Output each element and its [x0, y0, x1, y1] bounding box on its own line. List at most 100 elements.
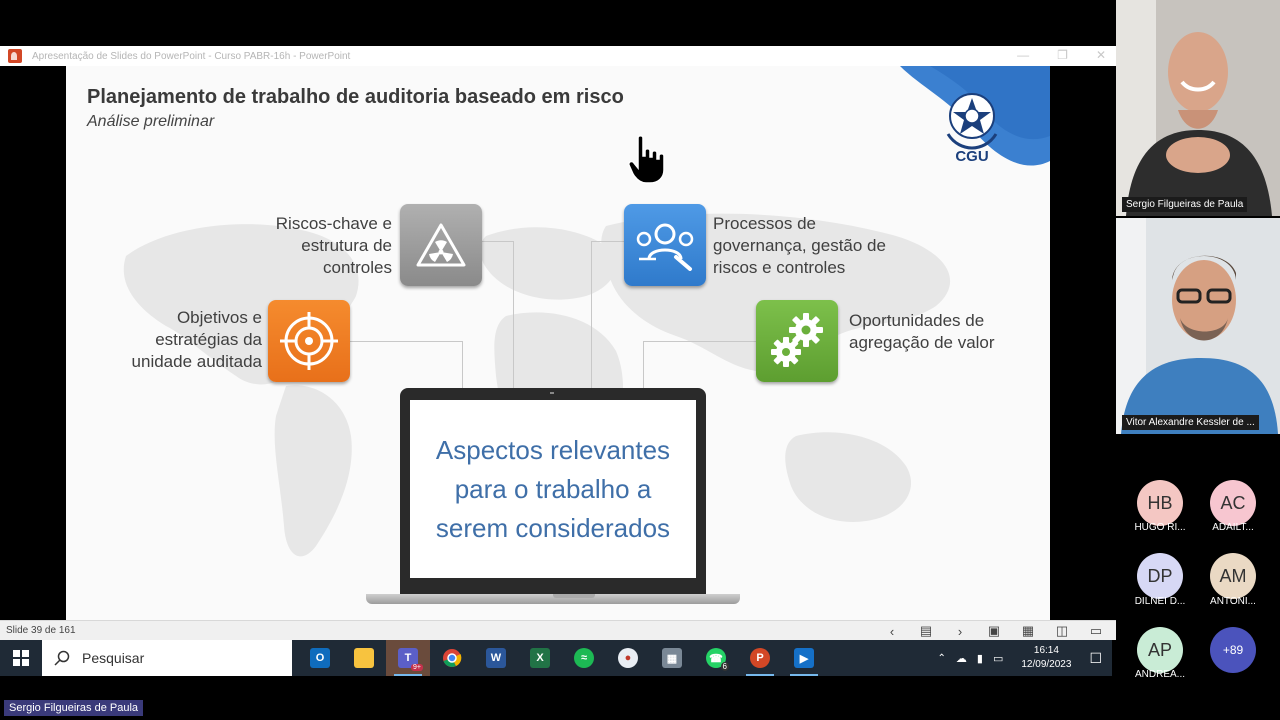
restore-icon[interactable]: ❐: [1057, 48, 1068, 62]
slide-list-icon[interactable]: ▤: [916, 623, 936, 639]
opportunities-tile: [756, 300, 838, 382]
powerpoint-titlebar[interactable]: Apresentação de Slides do PowerPoint - C…: [0, 46, 1116, 66]
processes-label: Processos de governança, gestão de risco…: [713, 214, 886, 277]
participant-name-1: Sergio Filgueiras de Paula: [1122, 197, 1248, 212]
participant-avatar[interactable]: AM: [1210, 553, 1256, 599]
spotify-icon: ≈: [574, 648, 594, 668]
windows-taskbar: Pesquisar O T 9+ W X ≈ ● ▦ ☎ 6 P ▶ ⌃ ☁ ▮…: [0, 640, 1112, 676]
search-icon: [54, 650, 70, 666]
risks-tile: [400, 204, 482, 286]
powerpoint-statusbar: Slide 39 de 161 ‹ ▤ › ▣ ▦ ◫ ▭: [0, 620, 1116, 640]
connector-processes: [591, 241, 625, 389]
previous-slide-icon[interactable]: ‹: [882, 623, 902, 639]
chrome-icon: [443, 649, 462, 667]
objectives-tile: [268, 300, 350, 382]
screen: Apresentação de Slides do PowerPoint - C…: [0, 0, 1280, 720]
taskbar-excel[interactable]: X: [518, 640, 562, 676]
next-slide-icon[interactable]: ›: [950, 623, 970, 639]
slide-subtitle: Análise preliminar: [87, 113, 215, 130]
radiation-warning-icon: [416, 223, 466, 267]
taskbar-media-player[interactable]: ▶: [782, 640, 826, 676]
taskbar-teams[interactable]: T 9+: [386, 640, 430, 676]
connector-opportunities: [643, 341, 756, 389]
teams-badge: 9+: [411, 664, 423, 671]
powerpoint-icon: P: [750, 648, 770, 668]
laptop-camera: [550, 392, 554, 394]
objectives-label: Objetivos e estratégias da unidade audit…: [131, 308, 262, 371]
normal-view-icon[interactable]: ▣: [984, 623, 1004, 639]
participant-video-1[interactable]: Sergio Filgueiras de Paula: [1116, 0, 1280, 216]
more-participants-button[interactable]: +89: [1210, 627, 1256, 673]
processes-tile: [624, 204, 706, 286]
slide[interactable]: Planejamento de trabalho de auditoria ba…: [66, 66, 1050, 620]
taskbar-apps: O T 9+ W X ≈ ● ▦ ☎ 6 P ▶: [298, 640, 826, 676]
taskbar-clock[interactable]: 16:14 12/09/2023: [1021, 644, 1071, 672]
minimize-icon[interactable]: —: [1017, 48, 1029, 62]
notifications-icon[interactable]: ☐: [1089, 650, 1102, 667]
microphone-icon[interactable]: ▮: [977, 652, 983, 665]
participant-avatar-name: ANDREA...: [1134, 669, 1185, 680]
participant-avatar[interactable]: HB: [1137, 480, 1183, 526]
close-icon[interactable]: ✕: [1096, 48, 1106, 62]
powerpoint-app-icon: [8, 49, 22, 63]
participant-name-2: Vitor Alexandre Kessler de ...: [1122, 415, 1259, 430]
participant-avatar-name: ADAILT...: [1212, 522, 1254, 533]
status-icons: ‹ ▤ › ▣ ▦ ◫ ▭: [882, 623, 1106, 639]
system-tray: ⌃ ☁ ▮ ▭ 16:14 12/09/2023 ☐: [938, 640, 1102, 676]
outlook-icon: O: [310, 648, 330, 668]
windows-logo-icon: [13, 650, 29, 666]
cgu-logo-text: CGU: [955, 148, 989, 165]
participant-video-feed: [1116, 0, 1280, 216]
window-controls: — ❐ ✕: [1017, 48, 1106, 62]
presenter-name-tag: Sergio Filgueiras de Paula: [4, 700, 144, 716]
slide-sorter-icon[interactable]: ▦: [1018, 623, 1038, 639]
laptop-notch: [553, 594, 595, 598]
taskbar-search[interactable]: Pesquisar: [42, 640, 292, 676]
slideshow-icon[interactable]: ▭: [1086, 623, 1106, 639]
show-hidden-icons-icon[interactable]: ⌃: [938, 653, 946, 664]
taskbar-spotify[interactable]: ≈: [562, 640, 606, 676]
taskbar-whatsapp[interactable]: ☎ 6: [694, 640, 738, 676]
taskbar-word[interactable]: W: [474, 640, 518, 676]
participant-video-2[interactable]: Vitor Alexandre Kessler de ...: [1116, 218, 1280, 434]
taskbar-calculator[interactable]: ▦: [650, 640, 694, 676]
slide-counter: Slide 39 de 161: [6, 625, 76, 636]
participant-avatar-name: HUGO RI...: [1134, 522, 1186, 533]
battery-icon[interactable]: ▭: [993, 652, 1003, 665]
risks-label: Riscos-chave e estrutura de controles: [275, 214, 392, 277]
whatsapp-badge: 6: [720, 662, 729, 671]
taskbar-file-explorer[interactable]: [342, 640, 386, 676]
target-icon: [280, 312, 338, 370]
folder-icon: [354, 648, 374, 668]
start-button[interactable]: [0, 640, 42, 676]
connector-risks: [480, 241, 514, 389]
participant-avatar[interactable]: AP: [1137, 627, 1183, 673]
taskbar-chrome[interactable]: [430, 640, 474, 676]
slideshow-stage: Planejamento de trabalho de auditoria ba…: [0, 66, 1116, 620]
window-title: Apresentação de Slides do PowerPoint - C…: [32, 50, 351, 62]
laptop-screen: Aspectos relevantes para o trabalho a se…: [410, 400, 696, 578]
excel-icon: X: [530, 648, 550, 668]
word-icon: W: [486, 648, 506, 668]
media-player-icon: ▶: [794, 648, 814, 668]
taskbar-outlook[interactable]: O: [298, 640, 342, 676]
reading-view-icon[interactable]: ◫: [1052, 623, 1072, 639]
laptop-screen-text: Aspectos relevantes para o trabalho a se…: [435, 434, 671, 543]
calculator-icon: ▦: [662, 648, 682, 668]
search-placeholder: Pesquisar: [82, 650, 145, 666]
participant-avatar[interactable]: AC: [1210, 480, 1256, 526]
slide-title: Planejamento de trabalho de auditoria ba…: [87, 86, 624, 108]
connector-objectives: [350, 341, 463, 389]
participant-avatar[interactable]: DP: [1137, 553, 1183, 599]
gears-icon: [771, 313, 823, 367]
taskbar-powerpoint[interactable]: P: [738, 640, 782, 676]
taskbar-paint[interactable]: ●: [606, 640, 650, 676]
participant-avatar-name: ANTONI...: [1210, 596, 1256, 607]
hand-cursor-icon: [628, 135, 665, 184]
participant-video-feed: [1116, 218, 1280, 434]
laptop-illustration: Aspectos relevantes para o trabalho a se…: [400, 388, 706, 594]
network-icon[interactable]: ☁: [956, 652, 967, 665]
people-search-icon: [636, 223, 694, 271]
paint-icon: ●: [618, 648, 638, 668]
opportunities-label: Oportunidades de agregação de valor: [849, 311, 995, 352]
